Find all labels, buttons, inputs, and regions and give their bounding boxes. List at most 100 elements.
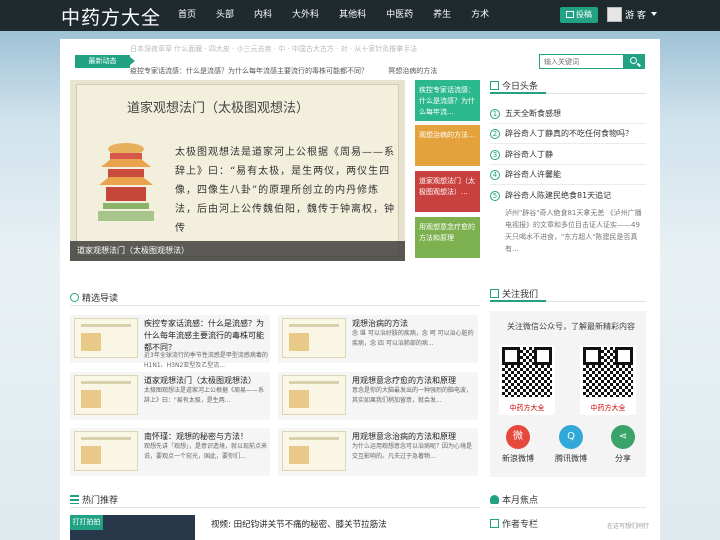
nav-item-surgery[interactable]: 大外科: [282, 0, 329, 31]
card-desc: 意念是你的大脑最发出的一种强烈的脑电波，其实如果我们稍加留意，就会发...: [352, 387, 473, 404]
author-column-text: 作者专栏: [502, 520, 539, 530]
featured-card[interactable]: 观想治病的方法 念 堪 可以治好肢的疾病，念 呵 可以治心脏的疾病，念 四 可以…: [278, 315, 478, 363]
avatar[interactable]: [607, 7, 622, 22]
card-title[interactable]: 疾控专家话流感：什么是流感？为什么每年流感主要流行的毒株可能都不同？: [144, 318, 266, 354]
headline-text: 辟谷奇人许馨能: [505, 170, 561, 179]
ticker-item[interactable]: 冥想治病的方法: [388, 67, 437, 75]
headline-item[interactable]: 4 辟谷奇人许馨能: [490, 169, 561, 180]
nav-item-head[interactable]: 头部: [206, 0, 244, 31]
featured-card[interactable]: 用观想意念治病的方法和原理 为什么运用观想意念可以治病呢？因为心境是交互影响的。…: [278, 428, 478, 476]
divider: [490, 164, 646, 165]
hot-title: 热门推荐: [70, 493, 118, 506]
featured-slider[interactable]: 道家观想法门（太极图观想法） 太极图观想法是道家河上公根据《周易——系辞上》曰：…: [70, 80, 405, 261]
edit-icon: [566, 11, 574, 18]
search-icon: [630, 57, 637, 64]
search-button[interactable]: [624, 54, 645, 69]
featured-card[interactable]: 道家观想法门（太极图观想法） 太极图观想法是道家河上公根据《周易——系辞上》曰：…: [70, 372, 270, 420]
featured-title: 精选导读: [70, 291, 118, 304]
card-thumbnail: [282, 431, 346, 471]
nav-item-other[interactable]: 其他科: [329, 0, 376, 31]
card-desc: 近3年全球流行的季节性流感是甲型流感病毒的H1N1、H3N2亚型及乙型流...: [144, 352, 268, 369]
headline-item[interactable]: 2 辟谷奇人丁静真的不吃任何食物吗？: [490, 128, 633, 139]
headline-text: 辟谷奇人丁静: [505, 150, 553, 159]
slide-image: 道家观想法门（太极图观想法） 太极图观想法是道家河上公根据《周易——系辞上》曰：…: [76, 84, 399, 257]
card-desc: 为什么运用观想意念可以治病呢？因为心境是交互影响的。凡夫过于急著物...: [352, 443, 473, 460]
divider: [490, 123, 646, 124]
news-ticker: 疫控专家话流感：什么是流感？为什么每年流感主要流行的毒株可能都不同？ 冥想治病的…: [130, 66, 470, 76]
weibo-share-button[interactable]: 微 新浪微博: [498, 425, 538, 464]
tv-icon: [490, 289, 499, 298]
headline-text: 五天全断食感想: [505, 109, 561, 118]
featured-card[interactable]: 用观想意念疗愈的方法和原理 意念是你的大脑最发出的一种强烈的脑电波，其实如果我们…: [278, 372, 478, 420]
slider-thumb[interactable]: 观想治病的方法...: [415, 125, 480, 166]
card-desc: 太极图观想法是道家河上公根据《周易——系辞上》曰："易有太极，是生两...: [144, 387, 265, 404]
wechat-qr-code: 中药方大全: [499, 345, 555, 415]
slide-heading: 道家观想法门（太极图观想法）: [127, 101, 310, 116]
qr-label: 中药方大全: [590, 404, 626, 412]
share-button[interactable]: ⋖ 分享: [603, 425, 643, 464]
month-focus-text: 本月焦点: [502, 496, 539, 506]
slider-thumb[interactable]: 用观想意念疗愈的方法和原理: [415, 217, 480, 258]
ticker-item[interactable]: 疫控专家话流感：什么是流感？为什么每年流感主要流行的毒株可能都不同？: [130, 67, 368, 75]
follow-title-text: 关注我们: [502, 290, 539, 300]
headline-text: 辟谷奇人丁静真的不吃任何食物吗？: [505, 129, 633, 138]
search-input[interactable]: [539, 54, 624, 69]
headline-summary: 泸州"辟谷"奇人绝食81天拿无恙 《泸州广播电视报》的文章和多位目击证人证实——…: [505, 209, 642, 253]
nav-item-tcm[interactable]: 中医药: [376, 0, 423, 31]
card-thumbnail: [74, 318, 138, 358]
featured-card[interactable]: 疾控专家话流感：什么是流感？为什么每年流感主要流行的毒株可能都不同？ 近3年全球…: [70, 315, 270, 369]
main-nav: 首页 头部 内科 大外科 其他科 中医药 养生 方术: [168, 0, 499, 31]
qr-code-icon: [502, 347, 552, 397]
hot-thumbnail[interactable]: 打打拍拍: [70, 515, 195, 540]
divider: [70, 305, 480, 306]
ghost-ticker: 日本深夜草草 什么面膜 · 四大皮 · 小三元去疾 · 中 · 中国古大古方 ·…: [130, 45, 418, 53]
rank-badge: 4: [490, 170, 500, 180]
slide-caption[interactable]: 道家观想法门（太极图观想法）: [70, 241, 405, 261]
tencent-weibo-icon: Q: [559, 425, 583, 449]
featured-title-text: 精选导读: [82, 294, 119, 304]
card-thumbnail: [282, 318, 346, 358]
contribute-button[interactable]: 投稿: [560, 7, 598, 23]
nav-item-home[interactable]: 首页: [168, 0, 206, 31]
share-icon: ⋖: [611, 425, 635, 449]
nav-item-internal[interactable]: 内科: [244, 0, 282, 31]
social-label: 分享: [615, 454, 631, 463]
follow-title: 关注我们: [490, 287, 538, 300]
follow-description: 关注微信公众号，了解最新精彩内容: [507, 322, 635, 331]
hot-title-text: 热门推荐: [82, 496, 119, 506]
headline-item[interactable]: 1 五天全断食感想: [490, 108, 561, 119]
top-navbar: 中药方大全 首页 头部 内科 大外科 其他科 中医药 养生 方术 投稿 游 客: [0, 0, 720, 31]
book-icon: [70, 293, 79, 302]
headlines-title: 今日头条: [490, 79, 538, 92]
headline-item[interactable]: 5 辟谷奇人陈建民绝食81天追记: [490, 190, 611, 201]
month-focus-title: 本月焦点: [490, 493, 538, 506]
divider: [490, 143, 646, 144]
qr-code-icon: [583, 347, 633, 397]
headline-text: 辟谷奇人陈建民绝食81天追记: [505, 191, 612, 200]
featured-card[interactable]: 南怀瑾：观想的秘密与方法！ 观想先讲「观想」，是意识造境，就以现前点来说，要观点…: [70, 428, 270, 476]
qr-label: 中药方大全: [509, 404, 545, 412]
divider-accent: [490, 92, 546, 94]
slider-thumb[interactable]: 道家观想法门（太极图观想法）...: [415, 171, 480, 212]
headline-item[interactable]: 3 辟谷奇人丁静: [490, 149, 553, 160]
site-logo[interactable]: 中药方大全: [61, 3, 161, 30]
author-note: 在这写想们同行: [607, 523, 650, 530]
list-icon: [70, 495, 79, 504]
nav-item-health[interactable]: 养生: [423, 0, 461, 31]
slider-thumb[interactable]: 疾控专家话流感：什么是流感？为什么每年流...: [415, 80, 480, 121]
nav-item-arts[interactable]: 方术: [461, 0, 499, 31]
card-thumbnail: [282, 375, 346, 415]
user-name[interactable]: 游 客: [625, 8, 646, 21]
pagoda-illustration: [98, 143, 154, 221]
video-title-link[interactable]: 视频: 田纪钧讲关节不痛的秘密、膝关节拉筋法: [211, 518, 387, 530]
clock-icon: [490, 81, 499, 90]
social-label: 腾讯微博: [555, 454, 587, 463]
tencent-weibo-share-button[interactable]: Q 腾讯微博: [551, 425, 591, 464]
divider: [70, 507, 480, 508]
divider: [490, 507, 646, 508]
card-thumbnail: [74, 375, 138, 415]
chevron-down-icon[interactable]: [651, 12, 657, 16]
rank-badge: 3: [490, 150, 500, 160]
hot-tag: 打打拍拍: [70, 515, 103, 530]
wechat-qr-code: 中药方大全: [580, 345, 636, 415]
